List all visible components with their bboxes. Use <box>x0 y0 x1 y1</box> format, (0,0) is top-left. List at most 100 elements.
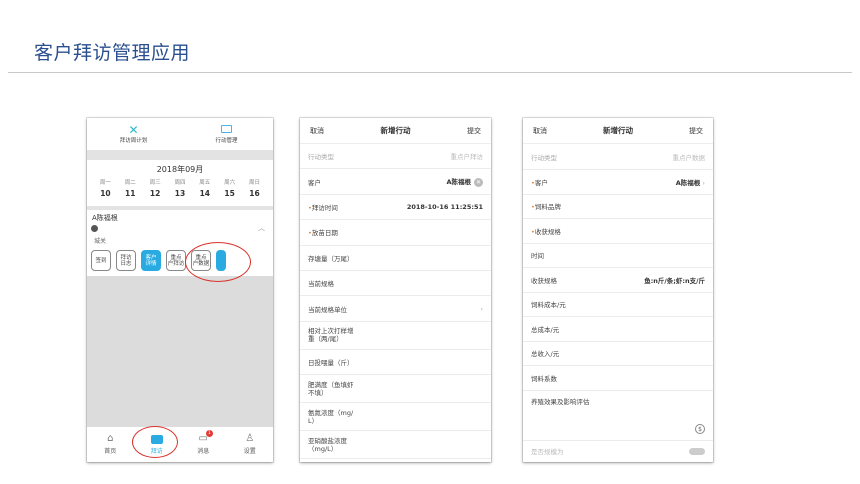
clear-icon[interactable]: ✕ <box>474 177 483 187</box>
divider <box>87 150 273 160</box>
slide-title: 客户拜访管理应用 <box>34 42 191 64</box>
tab-messages[interactable]: ▭ 1 消息 <box>180 427 227 462</box>
chevron-right-icon: › <box>702 178 705 187</box>
weekday: 周三 <box>149 180 161 186</box>
date-row: 10 11 12 13 14 15 16 <box>87 189 273 198</box>
row-value: 2018-10-16 11:25:51 <box>406 202 483 211</box>
phone-key-data-form: 取消 新增行动 提交 行动类型 重点户数据 •客户 A陈福根 › •饲料品牌 •收获… <box>523 118 713 462</box>
chevron-right-icon: › <box>480 304 483 313</box>
customer-detail-button[interactable]: 客户 详情 <box>141 250 161 271</box>
form-row[interactable]: 是否规模为 <box>523 441 713 462</box>
row-label: 亚硝酸盐浓度 （mg/L） <box>308 436 347 453</box>
form-row[interactable]: 行动类型 重点户数据 <box>523 144 713 170</box>
highlight-circle <box>185 242 251 282</box>
form-row[interactable]: 饲料系数 <box>523 366 713 391</box>
content-area <box>87 276 273 426</box>
form-rows: 行动类型 重点户数据 •客户 A陈福根 › •饲料品牌 •收获规格 时间 收获规格鱼… <box>523 144 713 462</box>
form-row[interactable]: 饲料成本/元 <box>523 293 713 317</box>
form-row[interactable]: 相对上次打样增 重（两/尾） <box>300 322 491 350</box>
submit-button[interactable]: 提交 <box>689 126 703 136</box>
date-cell[interactable]: 15 <box>221 189 239 198</box>
weekday: 周四 <box>174 180 186 186</box>
row-label: 养殖效果及影响评估 <box>531 397 590 406</box>
row-label: 相对上次打样增 重（两/尾） <box>308 327 354 344</box>
row-label: 是否规模为 <box>531 448 564 456</box>
row-value: 重点户数据 <box>672 153 706 162</box>
weekday: 周五 <box>199 180 211 186</box>
row-label: 时间 <box>531 252 544 261</box>
form-row[interactable]: 客户 A陈福根 ✕ <box>300 169 491 195</box>
tab-weekly-plan[interactable]: ✕ 拜访周计划 <box>87 118 180 150</box>
cancel-button[interactable]: 取消 <box>310 126 324 136</box>
form-title: 新增行动 <box>603 126 633 135</box>
bottom-tab-bar: ⌂ 首页 拜访 ▭ 1 消息 ♙ 设置 <box>87 426 273 462</box>
title-divider <box>8 72 852 73</box>
unread-badge: 1 <box>205 430 213 437</box>
form-row[interactable]: 行动类型 重点户拜访 <box>300 144 491 170</box>
row-label: 当前规格 <box>308 280 334 289</box>
form-row[interactable]: •放苗日期 <box>300 220 491 246</box>
date-cell[interactable]: 12 <box>146 189 164 198</box>
customer-area: 城关 <box>94 238 107 245</box>
row-label: 总成本/元 <box>531 325 560 334</box>
tab-label: 消息 <box>197 448 210 455</box>
form-row[interactable]: 总收入/元 <box>523 342 713 366</box>
submit-button[interactable]: 提交 <box>467 126 481 136</box>
chevron-up-icon[interactable]: ︿ <box>258 223 265 233</box>
row-label: 放苗日期 <box>311 229 338 238</box>
form-row[interactable]: 时间 <box>523 244 713 268</box>
home-icon: ⌂ <box>107 433 114 444</box>
form-row[interactable]: 收获规格 鱼:n斤/条;虾:n支/斤 <box>523 268 713 293</box>
weekday: 周二 <box>124 180 136 186</box>
cross-icon: ✕ <box>128 123 139 137</box>
highlight-circle <box>132 426 178 458</box>
visit-log-button[interactable]: 拜访 日志 <box>116 250 136 271</box>
form-row[interactable]: •饲料品牌 <box>523 195 713 219</box>
phone-key-visit-form: 取消 新增行动 提交 行动类型 重点户拜访 客户 A陈福根 ✕ •拜访时间 2018-1… <box>300 118 491 462</box>
row-value: 重点户拜访 <box>450 153 484 162</box>
row-label: 饲料成本/元 <box>531 301 566 310</box>
date-cell[interactable]: 14 <box>196 189 214 198</box>
checkin-button[interactable]: 签到 <box>91 250 111 271</box>
tab-settings[interactable]: ♙ 设置 <box>227 427 274 462</box>
form-row[interactable]: •拜访时间 2018-10-16 11:25:51 <box>300 195 491 221</box>
form-row[interactable]: 肥满度（鱼填虾 不填） <box>300 375 491 404</box>
chat-icon: ▭ 1 <box>199 430 213 444</box>
form-row[interactable]: •客户 A陈福根 › <box>523 170 713 195</box>
form-row[interactable]: 氨氮浓度（mg/ L） <box>300 403 491 432</box>
tab-action-management[interactable]: 行动管理 <box>180 118 273 150</box>
card-icon <box>221 124 232 133</box>
week-calendar: 2018年09月 周一 周二 周三 周四 周五 周六 周日 10 11 12 1… <box>87 160 273 206</box>
row-label: 收获规格 <box>534 227 561 236</box>
form-row[interactable]: •收获规格 <box>523 219 713 244</box>
form-row[interactable]: 当前规格 <box>300 271 491 297</box>
row-label: 存塘量（万尾） <box>308 254 354 263</box>
customer-name: A陈福根 <box>92 214 118 222</box>
tab-home[interactable]: ⌂ 首页 <box>87 427 134 462</box>
date-cell[interactable]: 11 <box>121 189 139 198</box>
weekday: 周日 <box>248 180 260 186</box>
key-visit-button[interactable]: 重点 户拜访 <box>166 250 186 271</box>
form-row[interactable]: 存塘量（万尾） <box>300 246 491 271</box>
form-row[interactable]: 总成本/元 <box>523 317 713 342</box>
cancel-button[interactable]: 取消 <box>533 126 547 136</box>
row-label: 行动类型 <box>308 153 334 162</box>
date-cell[interactable]: 16 <box>245 189 263 198</box>
row-value: 鱼:n斤/条;虾:n支/斤 <box>644 276 705 285</box>
tab-label: 首页 <box>104 448 117 455</box>
date-cell[interactable]: 13 <box>171 189 189 198</box>
form-rows: 行动类型 重点户拜访 客户 A陈福根 ✕ •拜访时间 2018-10-16 11:25:… <box>300 144 491 460</box>
tab-label: 设置 <box>243 448 256 455</box>
toggle-switch[interactable] <box>689 447 705 455</box>
date-cell[interactable]: 10 <box>96 189 114 198</box>
form-row[interactable]: 养殖效果及影响评估 $ <box>523 391 713 441</box>
row-label: 行动类型 <box>531 153 557 162</box>
row-label: 拜访时间 <box>311 203 338 212</box>
form-row[interactable]: 亚硝酸盐浓度 （mg/L） <box>300 431 491 460</box>
tab-label: 行动管理 <box>215 137 238 144</box>
form-title: 新增行动 <box>380 126 411 135</box>
form-row[interactable]: 当前规格单位 › <box>300 296 491 322</box>
form-row[interactable]: 日投喂量（斤） <box>300 350 491 376</box>
globe-icon <box>91 225 98 232</box>
currency-icon[interactable]: $ <box>695 423 705 434</box>
